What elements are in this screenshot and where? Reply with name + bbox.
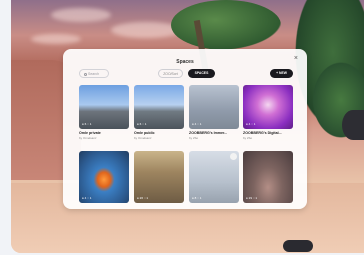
- spaces-panel: Spaces × Search ZOO/Sort SPACES + NEW ● …: [63, 49, 307, 209]
- space-stats: ● 4 ◌ 1: [246, 122, 256, 126]
- space-thumbnail[interactable]: ● 8 ◌ 1: [189, 151, 239, 203]
- space-stats: ● 29 ◌ 1: [246, 196, 258, 200]
- space-owner: by Zbo: [243, 136, 253, 140]
- cloud: [51, 8, 111, 22]
- dark-object: [342, 110, 364, 140]
- space-thumbnail[interactable]: ● 26 ◌ 1: [134, 151, 184, 203]
- space-card[interactable]: ● 6 ◌ 1 Ömle public by Omelsanz: [134, 85, 184, 140]
- space-title: ZOOBBERG's Digital...: [243, 131, 282, 135]
- space-card[interactable]: ● 4 ◌ 1 ZOOBBERG's Digital... by Zbo: [243, 85, 293, 140]
- space-card[interactable]: ● 26 ◌ 1: [134, 151, 184, 203]
- space-card[interactable]: ● 4 ◌ 1: [79, 151, 129, 203]
- new-space-button[interactable]: + NEW: [270, 69, 293, 78]
- space-title: ZOOBBERG's Immer...: [189, 131, 228, 135]
- space-card[interactable]: ● 4 ◌ 1 ZOOBBERG's Immer... by Zbo: [189, 85, 239, 140]
- search-placeholder: Search: [88, 72, 100, 76]
- vr-view: Spaces × Search ZOO/Sort SPACES + NEW ● …: [0, 0, 364, 255]
- space-card[interactable]: ● 8 ◌ 1: [189, 151, 239, 203]
- toolbar: Search ZOO/Sort SPACES + NEW: [79, 69, 293, 79]
- tab-spaces[interactable]: SPACES: [188, 69, 215, 78]
- panel-title: Spaces: [176, 59, 194, 65]
- space-card[interactable]: ● 6 ◌ 1 Ömle private by Omelsanz: [79, 85, 129, 140]
- space-owner: by Omelsanz: [134, 136, 152, 140]
- space-owner: by Omelsanz: [79, 136, 97, 140]
- space-thumbnail[interactable]: ● 4 ◌ 1: [189, 85, 239, 129]
- space-stats: ● 8 ◌ 1: [192, 196, 202, 200]
- space-stats: ● 26 ◌ 1: [137, 196, 149, 200]
- close-button[interactable]: ×: [294, 55, 298, 62]
- space-thumbnail[interactable]: ● 6 ◌ 1: [134, 85, 184, 129]
- search-icon: [84, 72, 87, 76]
- cursor-indicator: [230, 153, 237, 160]
- sort-button[interactable]: ZOO/Sort: [158, 69, 183, 78]
- space-card[interactable]: ● 29 ◌ 1: [243, 151, 293, 203]
- controller-pointer: [283, 240, 313, 252]
- space-stats: ● 4 ◌ 1: [192, 122, 202, 126]
- space-thumbnail[interactable]: ● 6 ◌ 1: [79, 85, 129, 129]
- space-thumbnail[interactable]: ● 29 ◌ 1: [243, 151, 293, 203]
- palm-tree: [171, 0, 281, 50]
- space-title: Ömle private: [79, 131, 101, 135]
- space-owner: by Zbo: [189, 136, 199, 140]
- space-stats: ● 6 ◌ 1: [82, 122, 92, 126]
- space-stats: ● 4 ◌ 1: [82, 196, 92, 200]
- space-thumbnail[interactable]: ● 4 ◌ 1: [79, 151, 129, 203]
- space-title: Ömle public: [134, 131, 155, 135]
- search-input[interactable]: Search: [79, 69, 109, 78]
- cloud: [31, 34, 81, 44]
- space-thumbnail[interactable]: ● 4 ◌ 1: [243, 85, 293, 129]
- space-stats: ● 6 ◌ 1: [137, 122, 147, 126]
